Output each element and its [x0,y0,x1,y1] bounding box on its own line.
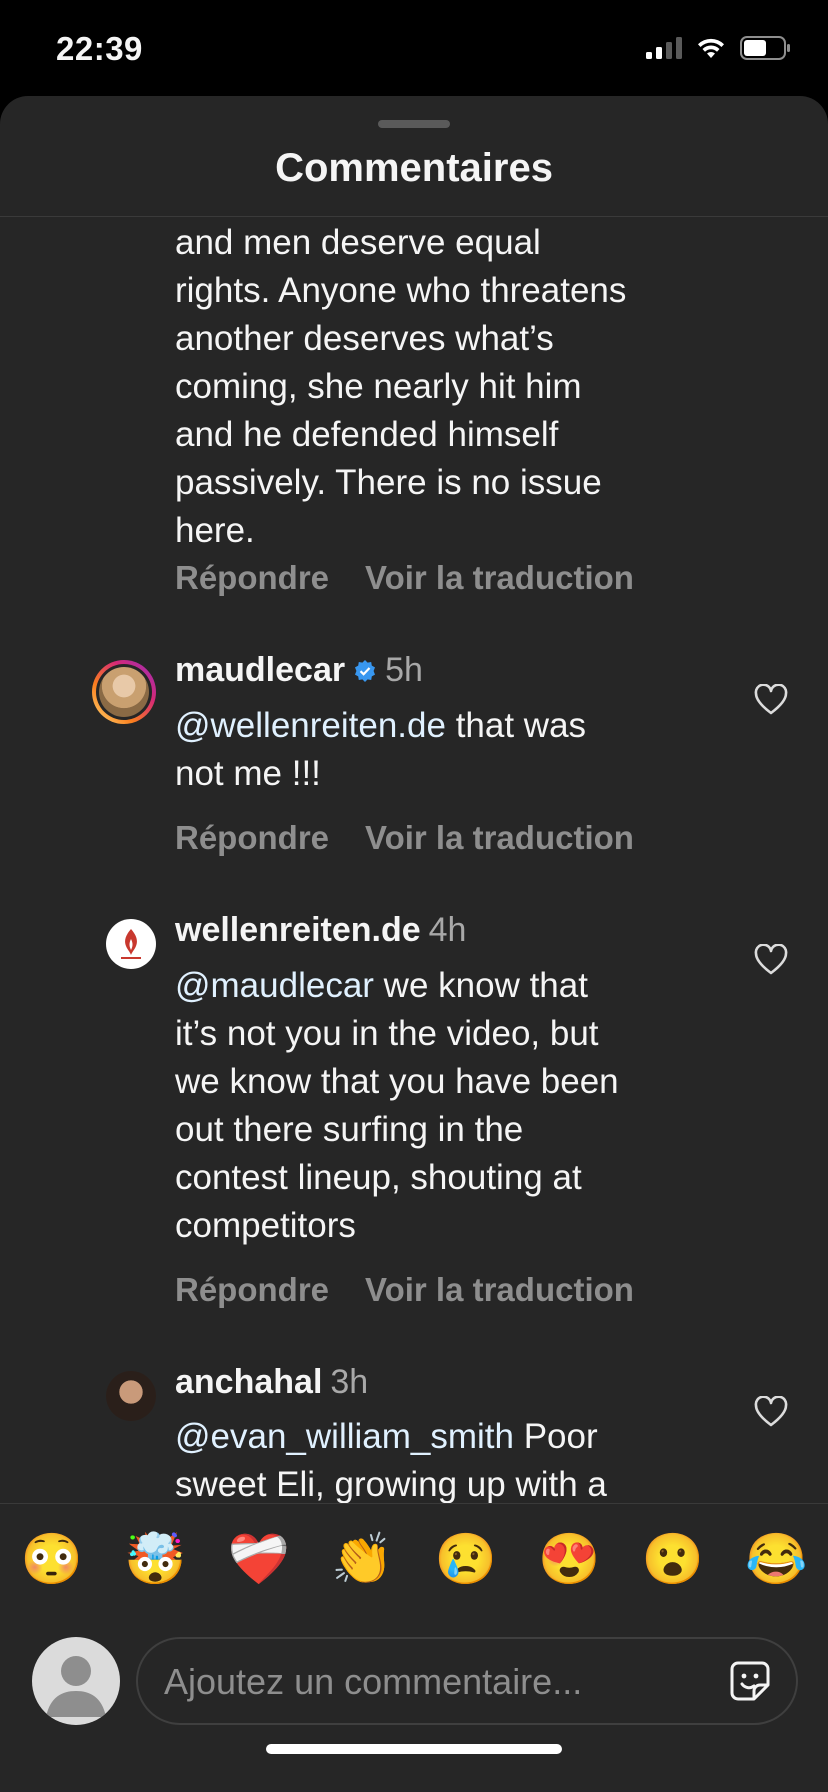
my-avatar[interactable] [32,1637,120,1725]
comment-input[interactable] [162,1639,706,1725]
comment-header: maudlecar 5h [175,651,423,690]
emoji-reaction-bar: 😳 🤯 ❤️‍🩹 👏 😢 😍 😮 😂 [0,1503,828,1614]
status-icons [646,36,792,60]
comment-line: sweet Eli, growing up with a [175,1465,607,1503]
emoji-exploding-head-button[interactable]: 🤯 [124,1530,186,1589]
mention-link[interactable]: @wellenreiten.de [175,706,446,745]
avatar[interactable] [106,919,156,969]
like-heart-icon[interactable] [754,944,788,976]
mention-link[interactable]: @maudlecar [175,966,374,1005]
like-heart-icon[interactable] [754,684,788,716]
emoji-mending-heart-button[interactable]: ❤️‍🩹 [228,1530,290,1589]
avatar[interactable] [106,1371,156,1421]
comment-text: @maudlecar we know that it’s not you in … [175,962,735,1250]
emoji-clapping-button[interactable]: 👏 [331,1530,393,1589]
comment-actions: Répondre Voir la traduction [175,559,634,597]
like-heart-icon[interactable] [754,1396,788,1428]
comment-line: another deserves what’s [175,319,554,358]
see-translation-button[interactable]: Voir la traduction [365,819,634,857]
emoji-crying-button[interactable]: 😢 [435,1530,497,1589]
emoji-surprised-button[interactable]: 😮 [642,1530,704,1589]
comment-actions: Répondre Voir la traduction [175,1271,634,1309]
comment-line: that was [445,706,587,745]
reply-button[interactable]: Répondre [175,1271,329,1309]
comment-input-wrapper [136,1637,798,1725]
comment-line: rights. Anyone who threatens [175,271,627,310]
reply-button[interactable]: Répondre [175,559,329,597]
comment-actions: Répondre Voir la traduction [175,819,634,857]
comment-line: and men deserve equal [175,223,541,262]
comments-list[interactable]: and men deserve equal rights. Anyone who… [0,217,828,1503]
comment-line: we know that you have been [175,1062,619,1101]
sheet-grabber[interactable] [378,120,450,128]
logo-flame-icon [121,929,141,959]
comment-line: we know that [373,966,588,1005]
comment-line: not me !!! [175,754,321,793]
comment-line: out there surfing in the [175,1110,524,1149]
comment-text: @evan_william_smith Poor sweet Eli, grow… [175,1413,735,1503]
sticker-icon[interactable] [728,1659,772,1703]
comment-time: 3h [330,1363,369,1401]
username[interactable]: anchahal [175,1363,322,1402]
emoji-laughing-button[interactable]: 😂 [745,1530,807,1589]
mention-link[interactable]: @evan_william_smith [175,1417,514,1456]
emoji-heart-eyes-button[interactable]: 😍 [538,1530,600,1589]
comment-time: 4h [428,911,467,949]
comment-time: 5h [385,651,423,689]
home-indicator[interactable] [266,1744,562,1754]
default-profile-icon [46,1656,106,1717]
status-time: 22:39 [56,30,143,67]
comment-text: and men deserve equal rights. Anyone who… [175,219,735,555]
comment-line: coming, she nearly hit him [175,367,582,406]
comment-line: contest lineup, shouting at [175,1158,582,1197]
see-translation-button[interactable]: Voir la traduction [365,1271,634,1309]
sheet-title: Commentaires [275,146,553,190]
comment-line: Poor [513,1417,598,1456]
comment-line: it’s not you in the video, but [175,1014,599,1053]
emoji-flushed-button[interactable]: 😳 [21,1530,83,1589]
status-bar: 22:39 [0,0,828,96]
cellular-signal-icon [646,37,682,59]
comment-line: competitors [175,1206,356,1245]
comment-header: wellenreiten.de 4h [175,911,466,950]
comment-text: @wellenreiten.de that was not me !!! [175,702,735,798]
wifi-icon [698,38,724,58]
comment-composer [0,1613,828,1792]
comment-header: anchahal 3h [175,1363,368,1402]
avatar-story-ring[interactable] [92,660,156,724]
username[interactable]: maudlecar [175,651,345,690]
avatar [99,667,149,717]
reply-button[interactable]: Répondre [175,819,329,857]
verified-badge-icon [355,659,376,682]
username[interactable]: wellenreiten.de [175,911,421,950]
comment-line: passively. There is no issue [175,463,602,502]
battery-icon [740,36,790,60]
see-translation-button[interactable]: Voir la traduction [365,559,634,597]
comment-line: and he defended himself [175,415,559,454]
comments-sheet: Commentaires and men deserve equal right… [0,96,828,1792]
comment-line: here. [175,511,255,550]
